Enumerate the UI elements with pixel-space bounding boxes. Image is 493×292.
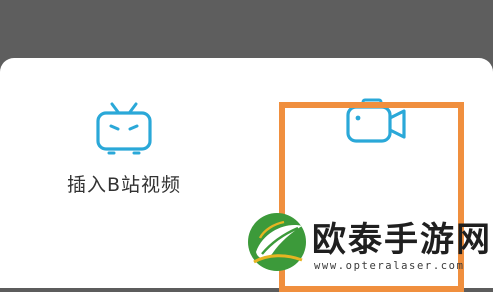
watermark-title: 欧泰手游网 [312, 220, 492, 260]
insert-bilibili-video-button[interactable]: 插入B站视频 [40, 100, 208, 197]
leaf-logo-icon [248, 213, 306, 271]
insert-bilibili-video-label: 插入B站视频 [66, 174, 182, 196]
bilibili-tv-icon [96, 102, 152, 155]
watermark-url: www.opteralaser.com [314, 260, 465, 272]
watermark: 欧泰手游网 www.opteralaser.com [244, 208, 493, 278]
